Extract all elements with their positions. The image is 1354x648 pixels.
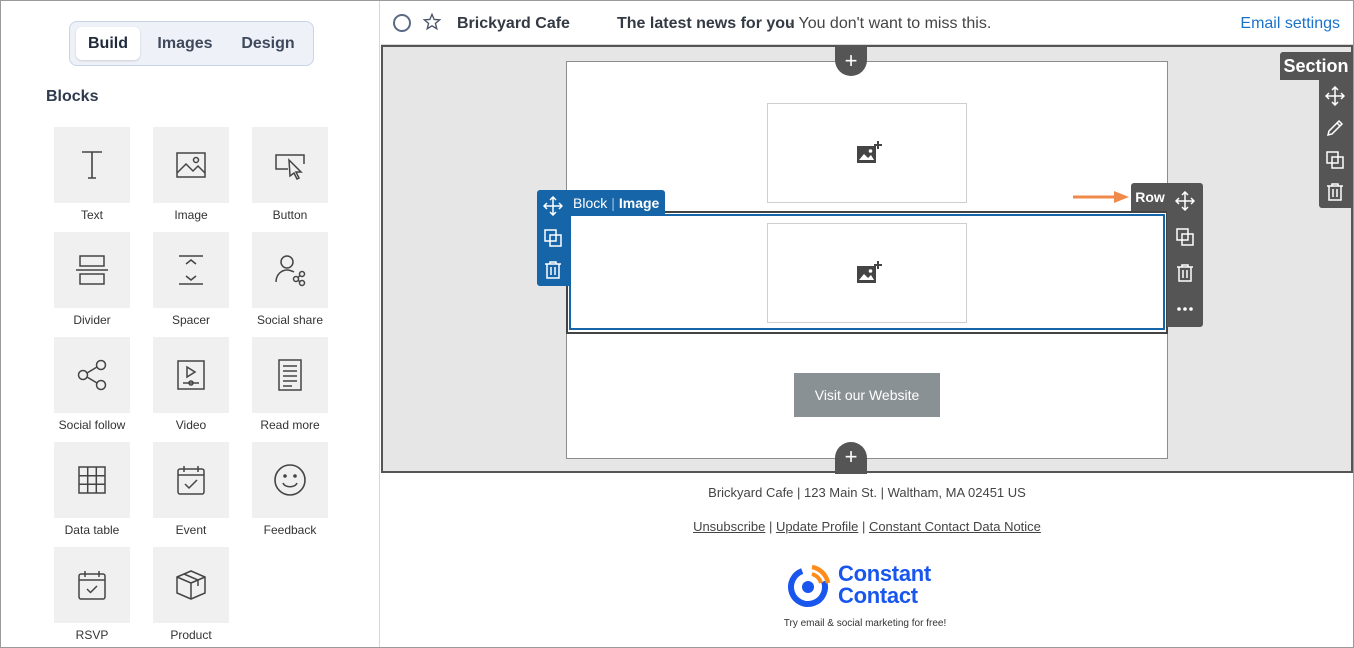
move-icon[interactable] — [1325, 86, 1345, 106]
footer-links: Unsubscribe | Update Profile | Constant … — [381, 519, 1353, 534]
block-type-label: Image — [618, 195, 660, 211]
block-tile-event[interactable] — [153, 442, 229, 518]
block-label-spacer: Spacer — [171, 313, 211, 327]
block-tab-separator: | — [611, 195, 615, 211]
select-radio[interactable] — [393, 14, 411, 32]
block-label-product: Product — [170, 628, 212, 642]
block-label-text: Text — [80, 208, 103, 222]
social-follow-icon — [77, 359, 107, 391]
block-tile-button[interactable] — [252, 127, 328, 203]
delete-icon[interactable] — [1175, 263, 1195, 283]
block-toolbar — [537, 190, 569, 286]
delete-icon[interactable] — [543, 260, 563, 280]
add-image-icon — [857, 141, 882, 163]
star-icon[interactable] — [423, 13, 441, 31]
annotation-arrow-icon — [1073, 191, 1129, 203]
divider-icon — [76, 255, 108, 285]
product-icon — [176, 570, 206, 600]
row-toolbar — [1167, 183, 1203, 327]
add-section-below-button[interactable]: + — [835, 442, 867, 474]
event-icon — [177, 466, 205, 495]
email-header-bar: Brickyard Cafe The latest news for you -… — [381, 1, 1353, 45]
block-label-image: Image — [174, 208, 208, 222]
block-label-data-table: Data table — [64, 523, 120, 537]
image-icon — [176, 152, 206, 178]
duplicate-icon[interactable] — [543, 228, 563, 248]
rsvp-icon — [78, 571, 106, 600]
data-table-icon — [78, 466, 106, 494]
social-share-icon — [275, 255, 306, 287]
sender-name: Brickyard Cafe — [457, 15, 570, 32]
block-tile-social-follow[interactable] — [54, 337, 130, 413]
edit-pencil-icon[interactable] — [1325, 118, 1345, 138]
blocks-panel: Build Images Design Blocks Text Image Bu… — [1, 1, 380, 647]
unsubscribe-link[interactable]: Unsubscribe — [693, 519, 765, 534]
footer-separator: | — [765, 519, 776, 534]
block-tile-rsvp[interactable] — [54, 547, 130, 623]
add-image-icon — [857, 261, 882, 283]
block-tile-divider[interactable] — [54, 232, 130, 308]
update-profile-link[interactable]: Update Profile — [776, 519, 858, 534]
block-label-event: Event — [175, 523, 207, 537]
section-toolbar — [1319, 80, 1352, 208]
block-label-rsvp: RSVP — [75, 628, 109, 642]
block-tile-data-table[interactable] — [54, 442, 130, 518]
block-tile-product[interactable] — [153, 547, 229, 623]
email-subject: The latest news for you — [617, 15, 795, 32]
block-tile-social-share[interactable] — [252, 232, 328, 308]
block-tile-spacer[interactable] — [153, 232, 229, 308]
logo-line-2: Contact — [838, 583, 918, 608]
delete-icon[interactable] — [1325, 182, 1345, 202]
feedback-icon — [274, 464, 306, 496]
block-label-button: Button — [272, 208, 308, 222]
block-label-video: Video — [175, 418, 207, 432]
block-type-tab: Block | Image — [566, 190, 665, 216]
row-tab: Row — [1131, 183, 1169, 211]
spacer-icon — [179, 255, 203, 285]
duplicate-icon[interactable] — [1325, 150, 1345, 170]
block-tile-text[interactable] — [54, 127, 130, 203]
read-more-icon — [278, 359, 302, 391]
logo-tagline: Try email & social marketing for free! — [783, 618, 947, 629]
block-label-social-follow: Social follow — [58, 418, 126, 432]
section-tab: Section — [1280, 52, 1352, 80]
image-placeholder-selected[interactable] — [767, 223, 967, 323]
block-label-social-share: Social share — [256, 313, 324, 327]
tab-images[interactable]: Images — [148, 27, 222, 60]
block-label-feedback: Feedback — [263, 523, 317, 537]
logo-line-1: Constant — [838, 561, 931, 586]
email-preheader: - You don't want to miss this. — [789, 15, 992, 32]
tab-design[interactable]: Design — [230, 27, 306, 60]
duplicate-icon[interactable] — [1175, 227, 1195, 247]
data-notice-link[interactable]: Constant Contact Data Notice — [869, 519, 1041, 534]
button-icon — [275, 154, 305, 181]
image-placeholder-top[interactable] — [767, 103, 967, 203]
move-icon[interactable] — [543, 196, 563, 216]
email-settings-link[interactable]: Email settings — [1240, 15, 1340, 33]
footer-address: Brickyard Cafe | 123 Main St. | Waltham,… — [708, 485, 1026, 500]
move-icon[interactable] — [1175, 191, 1195, 211]
text-icon — [82, 151, 102, 179]
block-tile-read-more[interactable] — [252, 337, 328, 413]
block-tile-image[interactable] — [153, 127, 229, 203]
block-label: Block — [573, 195, 608, 211]
block-tile-feedback[interactable] — [252, 442, 328, 518]
constant-contact-logo-text[interactable]: Constant Contact — [838, 563, 931, 607]
more-options-icon[interactable] — [1175, 299, 1195, 319]
tab-build[interactable]: Build — [76, 27, 140, 60]
blocks-heading: Blocks — [46, 88, 99, 105]
visit-website-button[interactable]: Visit our Website — [794, 373, 940, 417]
footer-separator: | — [858, 519, 869, 534]
block-label-divider: Divider — [73, 313, 111, 327]
video-icon — [177, 360, 205, 390]
block-tile-video[interactable] — [153, 337, 229, 413]
block-label-read-more: Read more — [260, 418, 320, 432]
mode-tabs: Build Images Design — [69, 21, 314, 66]
